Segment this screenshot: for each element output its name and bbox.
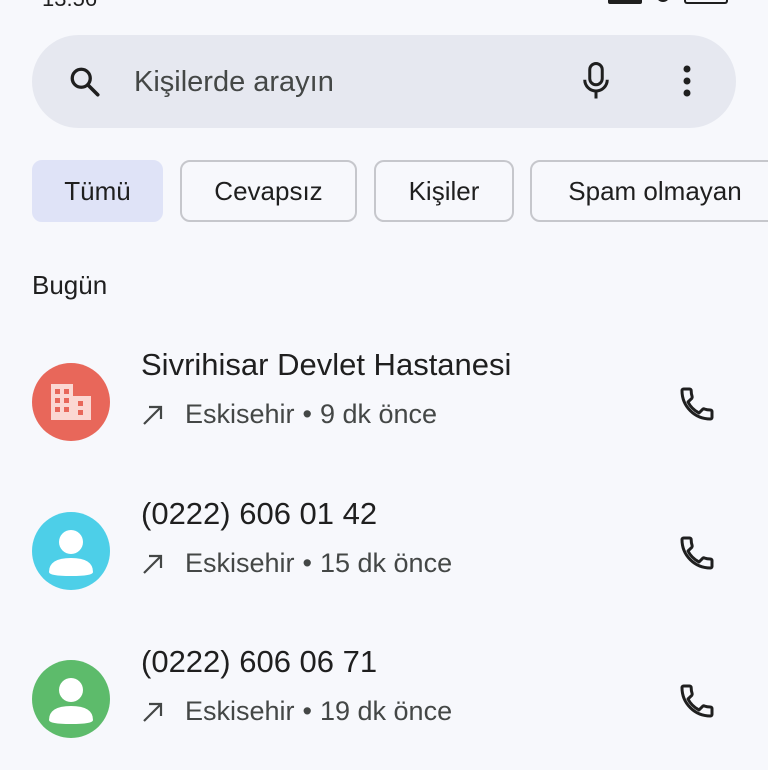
avatar[interactable] [32, 363, 110, 441]
call-log-item[interactable]: (0222) 606 06 71 Eskisehir • 19 dk önce [0, 644, 768, 770]
wifi-icon [656, 0, 670, 2]
person-icon [49, 530, 93, 576]
battery-icon [684, 0, 728, 4]
call-log-item[interactable]: Sivrihisar Devlet Hastanesi Eskisehir • … [0, 347, 768, 473]
call-time: 9 dk önce [319, 399, 438, 429]
call-location: Eskisehir [185, 548, 295, 578]
separator-dot: • [302, 696, 312, 726]
phone-icon [680, 684, 714, 718]
status-time: 13:56 [42, 0, 97, 12]
call-details: Eskisehir • 9 dk önce [141, 399, 437, 430]
phone-icon [680, 536, 714, 570]
call-location: Eskisehir [185, 696, 295, 726]
status-bar: 13:56 [0, 0, 768, 12]
caller-name: Sivrihisar Devlet Hastanesi [141, 347, 512, 382]
caller-name: (0222) 606 06 71 [141, 644, 378, 679]
search-icon [66, 63, 104, 101]
call-time: 19 dk önce [319, 696, 453, 726]
call-button[interactable] [672, 676, 722, 726]
call-details: Eskisehir • 15 dk önce [141, 548, 452, 579]
call-location: Eskisehir [185, 399, 295, 429]
person-icon [49, 678, 93, 724]
call-button[interactable] [672, 528, 722, 578]
call-log-item[interactable]: (0222) 606 01 42 Eskisehir • 15 dk önce [0, 496, 768, 622]
search-input[interactable] [134, 65, 554, 99]
caller-name: (0222) 606 01 42 [141, 496, 378, 531]
call-details: Eskisehir • 19 dk önce [141, 696, 452, 727]
call-button[interactable] [672, 379, 722, 429]
outgoing-call-arrow-icon [141, 403, 171, 427]
filter-chip-non-spam[interactable]: Spam olmayan [530, 160, 768, 222]
more-options-icon[interactable] [670, 61, 704, 101]
filter-chip-contacts[interactable]: Kişiler [374, 160, 514, 222]
microphone-icon[interactable] [576, 59, 616, 103]
separator-dot: • [302, 548, 312, 578]
search-bar[interactable] [32, 35, 736, 128]
filter-chip-missed[interactable]: Cevapsız [180, 160, 357, 222]
outgoing-call-arrow-icon [141, 552, 171, 576]
separator-dot: • [302, 399, 312, 429]
section-heading-today: Bugün [32, 270, 108, 300]
call-time: 15 dk önce [319, 548, 453, 578]
outgoing-call-arrow-icon [141, 700, 171, 724]
avatar[interactable] [32, 512, 110, 590]
signal-icon [608, 0, 642, 4]
building-icon [51, 384, 91, 420]
filter-chip-all[interactable]: Tümü [32, 160, 163, 222]
phone-icon [680, 387, 714, 421]
avatar[interactable] [32, 660, 110, 738]
